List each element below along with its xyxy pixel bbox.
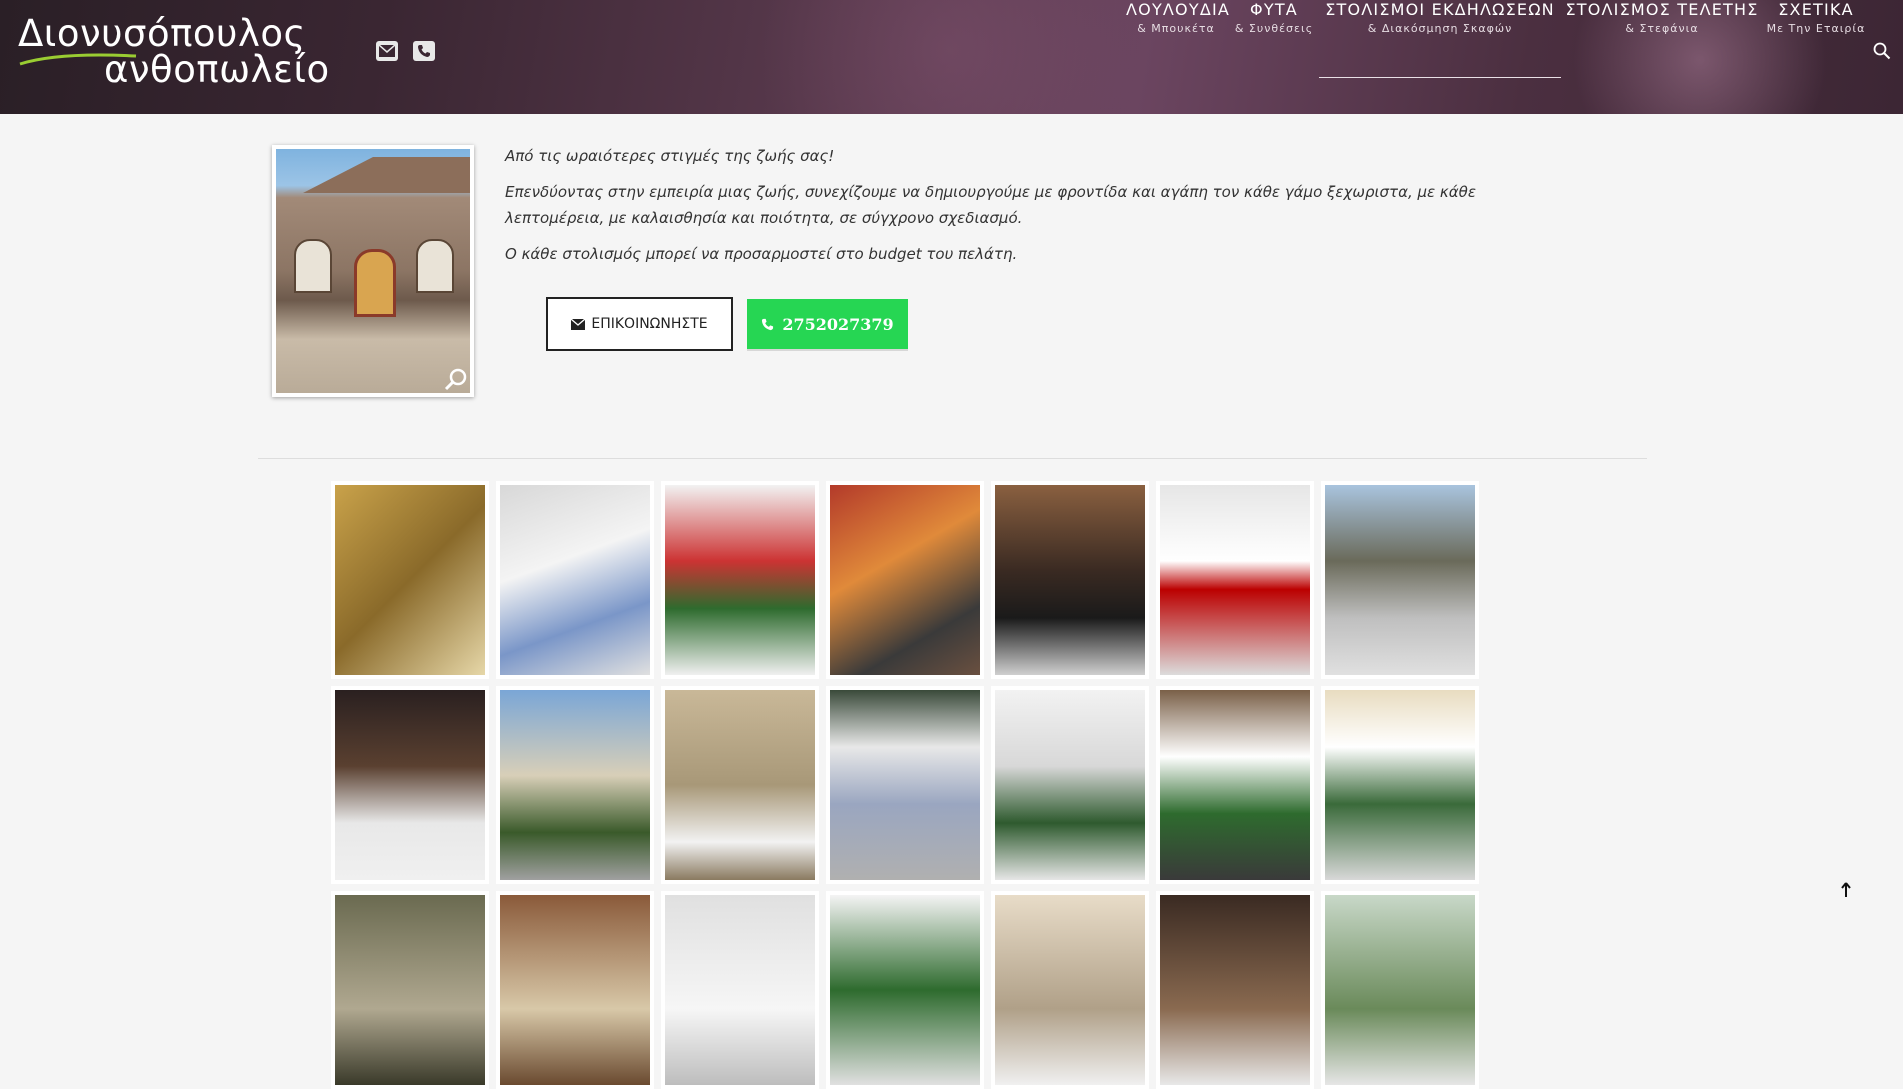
intro-line: Από τις ωραιότερες στιγμές της ζωής σας! — [505, 147, 835, 165]
nav-item-label: ΛΟΥΛΟΥΔΙΑ — [1126, 0, 1231, 19]
gallery-photo — [665, 895, 815, 1085]
nav-active-underline — [1319, 77, 1561, 78]
gallery-photo — [830, 895, 980, 1085]
envelope-icon — [571, 318, 586, 330]
gallery-thumbnail[interactable] — [661, 481, 819, 679]
gallery-thumbnail[interactable] — [826, 686, 984, 884]
gallery-thumbnail[interactable] — [661, 686, 819, 884]
featured-photo-frame[interactable] — [272, 145, 474, 397]
gallery-photo — [1160, 895, 1310, 1085]
gallery-photo — [500, 895, 650, 1085]
gallery-thumbnail[interactable] — [331, 481, 489, 679]
gallery-thumbnail[interactable] — [1156, 891, 1314, 1089]
phone-button-label: 2752027379 — [782, 314, 894, 334]
gallery-photo — [665, 485, 815, 675]
gallery-photo — [1160, 690, 1310, 880]
nav-item-label: ΣΤΟΛΙΣΜΟΣ ΤΕΛΕΤΗΣ — [1565, 0, 1759, 19]
nav-item-label: ΣΤΟΛΙΣΜΟΙ ΕΚΔΗΛΩΣΕΩΝ — [1325, 0, 1555, 19]
intro-text: Από τις ωραιότερες στιγμές της ζωής σας!… — [505, 143, 1525, 277]
arrow-up-icon — [1841, 882, 1851, 897]
gallery-thumbnail[interactable] — [496, 686, 654, 884]
gallery-photo — [1325, 485, 1475, 675]
nav-item-sublabel: & Διακόσμηση Σκαφών — [1367, 22, 1513, 35]
gallery-thumbnail[interactable] — [826, 891, 984, 1089]
gallery-thumbnail[interactable] — [496, 481, 654, 679]
search-icon[interactable] — [1873, 42, 1891, 60]
gallery-photo — [665, 690, 815, 880]
intro-line: Ο κάθε στολισμός μπορεί να προσαρμοστεί … — [505, 245, 1018, 263]
gallery-photo — [1325, 690, 1475, 880]
header-glow — [700, 0, 1200, 114]
gallery-photo — [1325, 895, 1475, 1085]
back-to-top-button[interactable] — [1841, 879, 1851, 903]
nav-item-sublabel: & Μπουκέτα — [1137, 22, 1215, 35]
gallery-thumbnail[interactable] — [331, 686, 489, 884]
photo-shape — [303, 157, 470, 193]
nav-item-event-decorations[interactable]: ΣΤΟΛΙΣΜΟΙ ΕΚΔΗΛΩΣΕΩΝ & Διακόσμηση Σκαφών — [1319, 0, 1561, 35]
gallery-thumbnail[interactable] — [1321, 891, 1479, 1089]
gallery-photo — [500, 485, 650, 675]
gallery-thumbnail[interactable] — [826, 481, 984, 679]
nav-item-ceremony-decorations[interactable]: ΣΤΟΛΙΣΜΟΣ ΤΕΛΕΤΗΣ & Στεφάνια — [1564, 0, 1760, 35]
nav-item-sublabel: Με Την Εταιρία — [1766, 22, 1866, 35]
phone-icon[interactable] — [413, 41, 435, 61]
intro-paragraph: Επενδύοντας στην εμπειρία μιας ζωής, συν… — [505, 183, 1476, 227]
contact-button[interactable]: ΕΠΙΚΟΙΝΩΝΗΣΤΕ — [546, 297, 733, 351]
nav-item-about[interactable]: ΣΧΕΤΙΚΑ Με Την Εταιρία — [1766, 0, 1866, 35]
gallery-photo — [830, 690, 980, 880]
gallery-photo — [830, 485, 980, 675]
site-logo[interactable]: Διονυσόπουλος ανθοπωλείο — [18, 12, 338, 91]
gallery-photo — [500, 690, 650, 880]
gallery-photo — [335, 690, 485, 880]
gallery-thumbnail[interactable] — [1321, 481, 1479, 679]
gallery-thumbnail[interactable] — [991, 891, 1149, 1089]
gallery-thumbnail[interactable] — [496, 891, 654, 1089]
nav-item-sublabel: & Συνθέσεις — [1234, 22, 1314, 35]
phone-button[interactable]: 2752027379 — [747, 299, 908, 349]
logo-line2: ανθοπωλείο — [104, 48, 330, 91]
zoom-icon[interactable] — [444, 367, 468, 391]
gallery-thumbnail[interactable] — [1156, 686, 1314, 884]
gallery-photo — [335, 485, 485, 675]
nav-item-label: ΣΧΕΤΙΚΑ — [1778, 0, 1854, 19]
nav-item-sublabel: & Στεφάνια — [1625, 22, 1699, 35]
gallery-thumbnail[interactable] — [991, 481, 1149, 679]
photo-shape — [354, 249, 396, 317]
gallery-photo — [1160, 485, 1310, 675]
phone-icon — [762, 318, 774, 330]
photo-shape — [416, 239, 454, 293]
photo-shape — [294, 239, 332, 293]
gallery-thumbnail[interactable] — [991, 686, 1149, 884]
contact-button-label: ΕΠΙΚΟΙΝΩΝΗΣΤΕ — [591, 316, 708, 332]
church-photo — [276, 149, 470, 393]
nav-item-plants[interactable]: ΦΥΤΑ & Συνθέσεις — [1234, 0, 1314, 35]
gallery-thumbnail[interactable] — [1156, 481, 1314, 679]
gallery-photo — [995, 485, 1145, 675]
gallery-photo — [335, 895, 485, 1085]
nav-item-flowers[interactable]: ΛΟΥΛΟΥΔΙΑ & Μπουκέτα — [1126, 0, 1231, 35]
gallery-photo — [995, 895, 1145, 1085]
envelope-icon[interactable] — [376, 41, 398, 61]
gallery-photo — [995, 690, 1145, 880]
gallery-thumbnail[interactable] — [1321, 686, 1479, 884]
site-header: Διονυσόπουλος ανθοπωλείο ΛΟΥΛΟΥΔΙΑ & Μπο… — [0, 0, 1903, 114]
section-divider — [258, 458, 1647, 459]
gallery-thumbnail[interactable] — [331, 891, 489, 1089]
nav-item-label: ΦΥΤΑ — [1250, 0, 1298, 19]
gallery-thumbnail[interactable] — [661, 891, 819, 1089]
